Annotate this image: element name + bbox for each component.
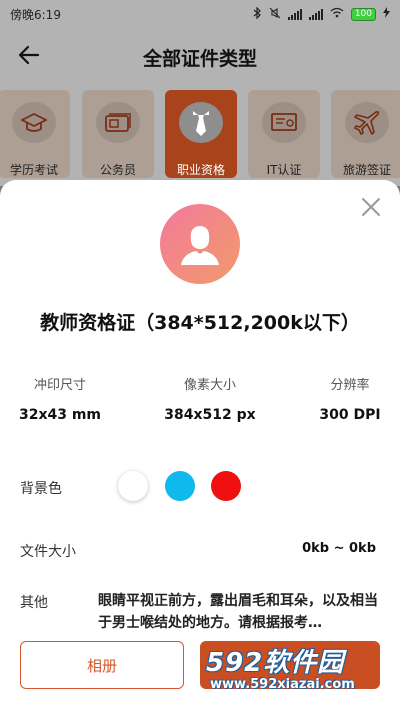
battery-icon: 100	[350, 7, 376, 21]
spec-resolution: 分辨率 300 DPI	[290, 374, 400, 423]
graduation-cap-icon	[12, 102, 56, 143]
status-time: 傍晚6:19	[10, 7, 61, 22]
necktie-icon	[179, 102, 223, 143]
tab-label: IT认证	[266, 163, 302, 177]
file-size-label: 文件大小	[20, 544, 76, 560]
watermark-url: www.592xiazai.com	[210, 677, 355, 692]
status-icons: 100	[253, 6, 390, 22]
other-label: 其他	[20, 595, 48, 611]
mute-icon	[269, 7, 281, 22]
certificate-icon	[262, 102, 306, 143]
signal-2-icon	[308, 8, 323, 20]
bluetooth-icon	[253, 6, 262, 22]
tab-label: 学历考试	[9, 163, 58, 177]
spec-value: 300 DPI	[319, 407, 381, 423]
spec-label: 分辨率	[330, 378, 370, 393]
tab-label: 公务员	[99, 163, 136, 177]
id-card-icon	[96, 102, 140, 143]
tab-professional-qualification[interactable]: 职业资格	[165, 90, 237, 178]
tab-label: 旅游签证	[342, 163, 391, 177]
spec-title: 教师资格证（384*512,200k以下）	[40, 312, 360, 334]
background-color-label: 背景色	[20, 481, 62, 497]
bg-color-red-swatch[interactable]	[211, 471, 241, 501]
page-title: 全部证件类型	[142, 47, 257, 70]
tab-civil-servant[interactable]: 公务员	[82, 90, 154, 178]
file-size-value: 0kb ~ 0kb	[302, 541, 376, 556]
bg-color-blue-swatch[interactable]	[165, 471, 195, 501]
spec-value: 32x43 mm	[18, 407, 102, 423]
nav-bar: 全部证件类型	[0, 28, 400, 86]
category-tabs: 学历考试 公务员 职业资格 IT认证 旅游签证	[0, 86, 400, 186]
spec-label: 冲印尺寸	[33, 378, 86, 393]
album-button[interactable]: 相册	[20, 641, 184, 689]
spec-detail-sheet: 教师资格证（384*512,200k以下） 冲印尺寸 32x43 mm 像素大小…	[0, 180, 400, 711]
bg-color-white-swatch[interactable]	[118, 471, 148, 501]
close-icon[interactable]	[360, 196, 382, 218]
other-requirements-text: 眼睛平视正前方，露出眉毛和耳朵，以及相当于男士喉结处的地方。请根据报考…	[98, 593, 378, 631]
tab-it-certification[interactable]: IT认证	[248, 90, 320, 178]
tab-education-exam[interactable]: 学历考试	[0, 90, 70, 178]
airplane-icon	[345, 102, 389, 143]
wifi-icon	[330, 7, 344, 21]
tab-label: 职业资格	[176, 163, 225, 177]
spec-label: 像素大小	[183, 378, 236, 393]
tab-travel-visa[interactable]: 旅游签证	[331, 90, 400, 178]
spec-print-size: 冲印尺寸 32x43 mm	[0, 374, 120, 423]
person-avatar-icon	[160, 204, 240, 284]
status-bar: 傍晚6:19 100	[0, 0, 400, 28]
spec-value: 384x512 px	[164, 407, 256, 423]
watermark-brand: 592软件园	[206, 648, 345, 678]
signal-icon	[287, 8, 302, 20]
spec-pixel-size: 像素大小 384x512 px	[150, 374, 270, 423]
site-watermark: 592软件园 www.592xiazai.com	[206, 642, 398, 704]
back-arrow-icon[interactable]	[18, 44, 40, 70]
charging-icon	[383, 7, 390, 21]
